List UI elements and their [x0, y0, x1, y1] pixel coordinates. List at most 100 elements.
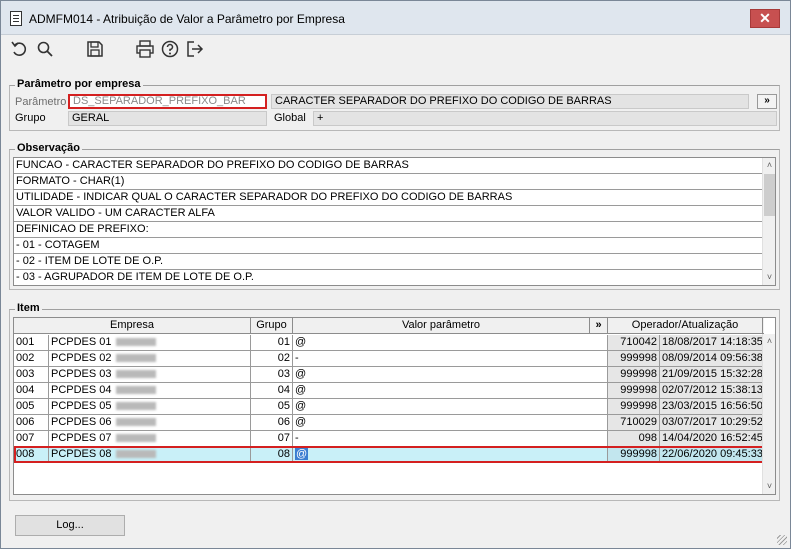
redacted-text — [115, 418, 156, 427]
param-label: Parâmetro — [15, 96, 67, 108]
obs-line: - 02 - ITEM DE LOTE DE O.P. — [14, 254, 763, 270]
table-row[interactable]: 003 PCPDES 03 03 @999998 21/09/2015 15:32:28 — [14, 367, 764, 383]
redacted-text — [115, 338, 156, 347]
row-operador: 999998 — [608, 399, 660, 415]
row-empresa: PCPDES 06 — [49, 415, 251, 431]
row-code: 004 — [14, 383, 49, 399]
undo-button[interactable] — [9, 39, 29, 59]
row-valor-text: @ — [295, 400, 307, 412]
save-button[interactable] — [85, 39, 105, 59]
row-operador: 710042 — [608, 335, 660, 351]
print-button[interactable] — [135, 39, 155, 59]
table-row[interactable]: 002 PCPDES 02 02- 999998 08/09/2014 09:56:38 — [14, 351, 764, 367]
row-empresa: PCPDES 01 — [49, 335, 251, 351]
item-group-title: Item — [15, 302, 42, 314]
group-label: Grupo — [15, 112, 46, 124]
obs-scrollbar[interactable]: ˄ ˅ — [762, 158, 775, 285]
group-field: GERAL — [68, 111, 267, 126]
row-grupo: 01 — [251, 335, 293, 351]
row-code: 005 — [14, 399, 49, 415]
row-grupo: 07 — [251, 431, 293, 447]
param-description: CARACTER SEPARADOR DO PREFIXO DO CODIGO … — [271, 94, 749, 109]
row-operador: 999998 — [608, 351, 660, 367]
redacted-text — [115, 370, 156, 379]
row-grupo: 04 — [251, 383, 293, 399]
obs-line: FUNCAO - CARACTER SEPARADOR DO PREFIXO D… — [14, 158, 763, 174]
grid-scrollbar[interactable]: ˄ ˅ — [762, 334, 775, 494]
row-grupo: 05 — [251, 399, 293, 415]
row-date: 18/08/2017 14:18:35 — [660, 335, 763, 351]
document-icon — [10, 11, 22, 26]
row-valor[interactable]: @ — [293, 383, 608, 399]
header-grupo[interactable]: Grupo — [251, 318, 293, 334]
row-name: PCPDES 03 — [51, 368, 112, 380]
row-code: 001 — [14, 335, 49, 351]
row-valor[interactable]: - — [293, 431, 608, 447]
obs-line: DEFINICAO DE PREFIXO: — [14, 222, 763, 238]
chevron-up-icon[interactable]: ˄ — [763, 159, 775, 172]
row-grupo: 03 — [251, 367, 293, 383]
row-date: 02/07/2012 15:38:13 — [660, 383, 763, 399]
row-empresa: PCPDES 02 — [49, 351, 251, 367]
obs-group-title: Observação — [15, 142, 82, 154]
header-operador[interactable]: Operador/Atualização — [608, 318, 763, 334]
redacted-text — [115, 354, 156, 363]
row-grupo: 06 — [251, 415, 293, 431]
table-row[interactable]: 007 PCPDES 07 07- 098 14/04/2020 16:52:45 — [14, 431, 764, 447]
param-expand-button[interactable]: » — [757, 94, 777, 109]
param-input[interactable]: DS_SEPARADOR_PREFIXO_BAR — [68, 94, 267, 109]
table-row[interactable]: 001 PCPDES 01 01 @710042 18/08/2017 14:18:35 — [14, 335, 764, 351]
table-row[interactable]: 006 PCPDES 06 06 @710029 03/07/2017 10:29:52 — [14, 415, 764, 431]
print-icon — [136, 40, 154, 58]
close-button[interactable]: ✕ — [750, 9, 780, 28]
exit-icon — [187, 41, 204, 57]
chevron-down-icon[interactable]: ˅ — [763, 271, 775, 284]
row-name: PCPDES 05 — [51, 400, 112, 412]
row-valor[interactable]: @ — [293, 335, 608, 351]
exit-button[interactable] — [185, 39, 205, 59]
obs-line: - 01 - COTAGEM — [14, 238, 763, 254]
header-expand-button[interactable]: » — [590, 318, 608, 334]
row-valor[interactable]: @ — [293, 399, 608, 415]
help-button[interactable] — [160, 39, 180, 59]
save-icon — [87, 41, 103, 57]
table-row[interactable]: 005 PCPDES 05 05 @999998 23/03/2015 16:56:50 — [14, 399, 764, 415]
row-date: 14/04/2020 16:52:45 — [660, 431, 763, 447]
window-title: ADMFM014 - Atribuição de Valor a Parâmet… — [29, 12, 345, 26]
row-name: PCPDES 07 — [51, 432, 112, 444]
toolbar — [1, 35, 790, 63]
chevron-down-icon[interactable]: ˅ — [763, 480, 775, 493]
row-operador: 098 — [608, 431, 660, 447]
header-valor[interactable]: Valor parâmetro — [293, 318, 590, 334]
obs-line: FORMATO - CHAR(1) — [14, 174, 763, 190]
search-button[interactable] — [35, 39, 55, 59]
row-operador: 710029 — [608, 415, 660, 431]
row-grupo: 02 — [251, 351, 293, 367]
obs-scroll-thumb[interactable] — [764, 174, 775, 216]
help-icon — [161, 40, 179, 58]
row-valor[interactable]: @ — [293, 367, 608, 383]
row-date: 21/09/2015 15:32:28 — [660, 367, 763, 383]
row-valor-text: @ — [295, 416, 307, 428]
resize-grip[interactable] — [777, 535, 787, 545]
redacted-text — [115, 402, 156, 411]
row-operador: 999998 — [608, 383, 660, 399]
log-button[interactable]: Log... — [15, 515, 125, 536]
table-row[interactable]: 004 PCPDES 04 04 @999998 02/07/2012 15:38:13 — [14, 383, 764, 399]
row-valor[interactable]: @ — [293, 415, 608, 431]
chevron-up-icon[interactable]: ˄ — [763, 335, 775, 348]
global-field: + — [313, 111, 777, 126]
row-name: PCPDES 02 — [51, 352, 112, 364]
param-group-title: Parâmetro por empresa — [15, 78, 143, 90]
obs-list[interactable]: FUNCAO - CARACTER SEPARADOR DO PREFIXO D… — [13, 157, 776, 286]
item-grid[interactable]: Empresa Grupo Valor parâmetro » Operador… — [13, 317, 776, 495]
obs-line: UTILIDADE - INDICAR QUAL O CARACTER SEPA… — [14, 190, 763, 206]
title-bar: ADMFM014 - Atribuição de Valor a Parâmet… — [1, 1, 790, 35]
row-valor[interactable]: - — [293, 351, 608, 367]
row-valor-text: @ — [295, 336, 307, 348]
header-empresa[interactable]: Empresa — [14, 318, 251, 334]
row-code: 002 — [14, 351, 49, 367]
obs-line: - 03 - AGRUPADOR DE ITEM DE LOTE DE O.P. — [14, 270, 763, 285]
app-window: ADMFM014 - Atribuição de Valor a Parâmet… — [0, 0, 791, 549]
row-valor-text: - — [295, 352, 299, 364]
